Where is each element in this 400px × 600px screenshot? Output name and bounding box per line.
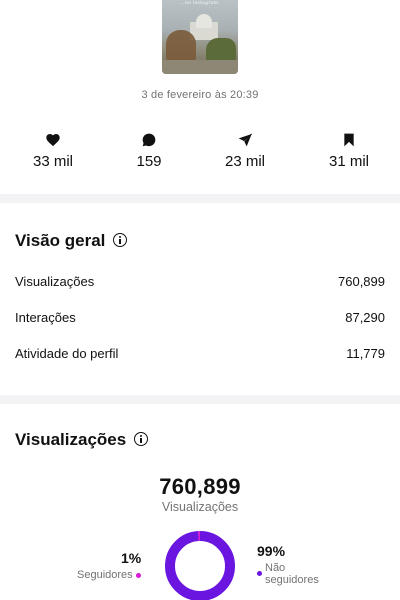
non-followers-dot: [257, 571, 262, 576]
overview-row-profile-activity: Atividade do perfil 11,779: [15, 346, 385, 361]
ground-shape: [162, 60, 238, 74]
non-followers-label: Não seguidores: [265, 562, 319, 586]
row-label: Visualizações: [15, 274, 95, 289]
comments-count: 159: [136, 153, 162, 170]
carousel-shape: [166, 30, 196, 60]
overview-card: Visão geral Visualizações 760,899 Intera…: [0, 203, 400, 395]
followers-label: Seguidores: [77, 569, 133, 581]
info-icon[interactable]: [134, 431, 149, 446]
views-donut-chart: [165, 531, 235, 600]
views-card: Visualizações 760,899 Visualizações 1% S…: [0, 404, 400, 600]
send-icon: [205, 132, 285, 150]
heart-icon: [13, 132, 93, 150]
shares-stat: 23 mil: [205, 132, 285, 170]
row-value: 11,779: [346, 346, 385, 361]
non-followers-segment: [165, 531, 235, 600]
row-value: 87,290: [345, 310, 385, 325]
followers-percent: 1%: [121, 550, 142, 566]
post-summary-card: ...ne instagram. 3 de fevereiro às 20:39…: [0, 0, 400, 194]
info-icon[interactable]: [113, 232, 128, 247]
followers-legend: Seguidores: [77, 569, 141, 581]
comment-icon: [109, 132, 189, 150]
post-thumbnail[interactable]: ...ne instagram.: [162, 0, 238, 74]
non-followers-legend: Não seguidores: [257, 562, 337, 586]
bookmark-icon: [309, 132, 389, 150]
row-label: Atividade do perfil: [15, 346, 119, 361]
saves-stat: 31 mil: [309, 132, 389, 170]
views-total-label: Visualizações: [161, 500, 239, 514]
saves-count: 31 mil: [328, 153, 369, 170]
overview-title-row: Visão geral: [15, 231, 128, 251]
overview-row-interactions: Interações 87,290: [15, 310, 385, 325]
likes-count: 33 mil: [32, 153, 73, 170]
post-stats: 33 mil 159 23 mil 31 mil: [0, 132, 400, 172]
thumbnail-caption: ...ne instagram.: [180, 0, 220, 6]
followers-dot: [135, 573, 141, 578]
shares-count: 23 mil: [224, 153, 265, 170]
views-title: Visualizações: [15, 430, 127, 449]
views-total: 760,899: [159, 474, 241, 499]
row-value: 760,899: [338, 274, 385, 289]
views-title-row: Visualizações: [15, 430, 149, 450]
row-label: Interações: [15, 310, 76, 325]
likes-stat: 33 mil: [13, 132, 93, 170]
trees-shape: [206, 38, 236, 62]
post-date: 3 de fevereiro às 20:39: [141, 89, 259, 101]
basilica-dome-shape: [196, 14, 212, 28]
overview-title: Visão geral: [15, 231, 106, 250]
comments-stat: 159: [109, 132, 189, 170]
non-followers-percent: 99%: [257, 543, 286, 559]
overview-row-views: Visualizações 760,899: [15, 274, 385, 289]
